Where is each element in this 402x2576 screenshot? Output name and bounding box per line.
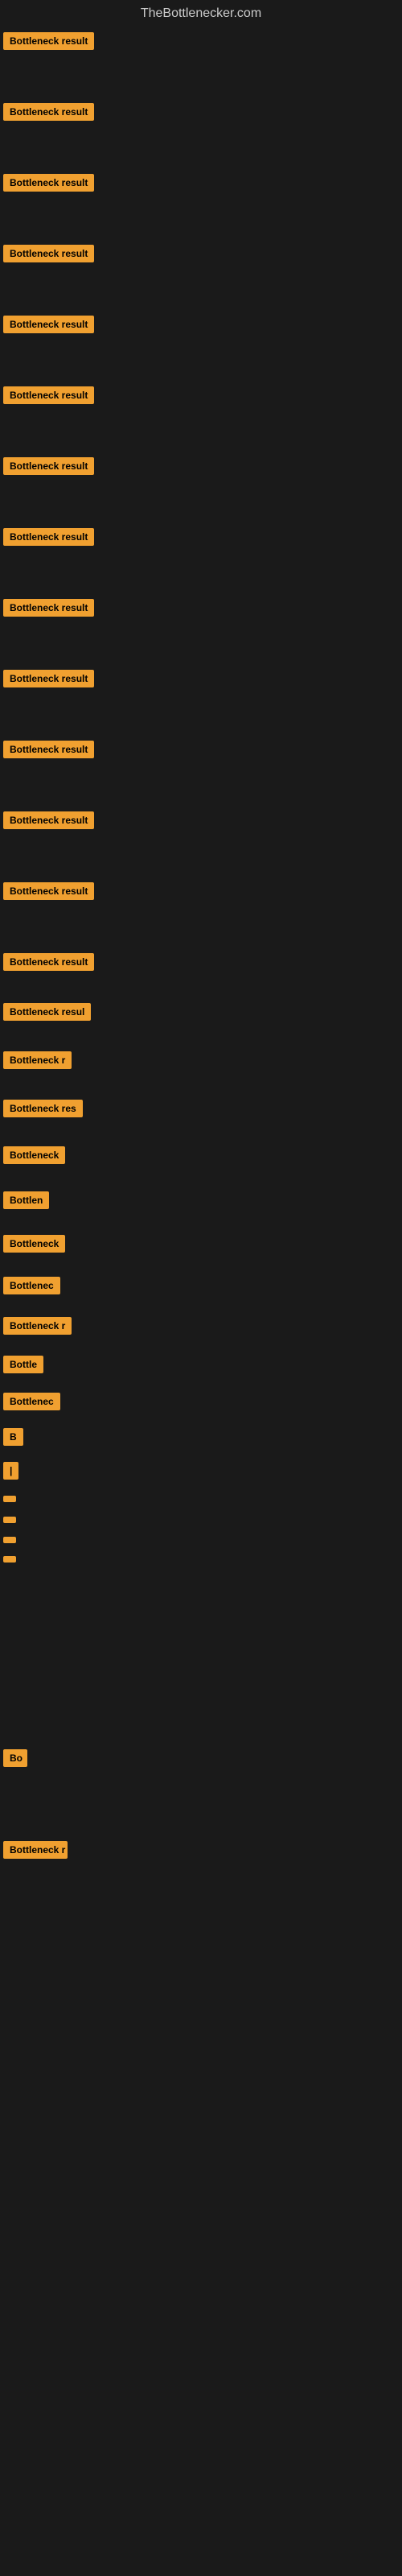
- bottleneck-row: Bottleneck result: [0, 311, 402, 338]
- bottleneck-badge[interactable]: Bottleneck result: [3, 882, 94, 900]
- bottleneck-row: Bottleneck result: [0, 169, 402, 196]
- bottleneck-badge[interactable]: Bottleneck result: [3, 174, 94, 192]
- bottleneck-badge[interactable]: Bottlenec: [3, 1277, 60, 1294]
- bottleneck-row: Bottle: [0, 1351, 402, 1378]
- bottleneck-row: Bottleneck result: [0, 27, 402, 55]
- bottleneck-row: Bottleneck result: [0, 98, 402, 126]
- bottleneck-badge[interactable]: Bottleneck r: [3, 1051, 72, 1069]
- bottleneck-badge[interactable]: Bottleneck: [3, 1235, 65, 1253]
- bottleneck-badge[interactable]: Bottleneck result: [3, 32, 94, 50]
- bottleneck-row: Bottleneck result: [0, 807, 402, 834]
- bottleneck-row: Bottleneck r: [0, 1046, 402, 1074]
- bottleneck-badge[interactable]: Bottleneck: [3, 1146, 65, 1164]
- bottleneck-row: [0, 1551, 402, 1567]
- bottleneck-badge[interactable]: Bottleneck result: [3, 528, 94, 546]
- bottleneck-row: Bottleneck result: [0, 523, 402, 551]
- bottleneck-row: Bottleneck r: [0, 1312, 402, 1340]
- bottleneck-row: Bottleneck: [0, 1141, 402, 1169]
- bottleneck-row: Bottleneck result: [0, 382, 402, 409]
- bottleneck-row: Bottleneck result: [0, 736, 402, 763]
- bottleneck-badge[interactable]: Bottlen: [3, 1191, 49, 1209]
- bottleneck-row: Bottlenec: [0, 1272, 402, 1299]
- bottleneck-row: Bottleneck resul: [0, 998, 402, 1026]
- bottleneck-row: Bottleneck result: [0, 948, 402, 976]
- bottleneck-badge[interactable]: Bo: [3, 1749, 27, 1767]
- bottleneck-row: [0, 1512, 402, 1528]
- bottleneck-badge[interactable]: Bottleneck r: [3, 1317, 72, 1335]
- bottleneck-list: Bottleneck result Bottleneck result Bottle…: [0, 27, 402, 1864]
- bottleneck-badge[interactable]: Bottleneck res: [3, 1100, 83, 1117]
- bottleneck-row: Bottleneck result: [0, 452, 402, 480]
- bottleneck-badge[interactable]: Bottleneck result: [3, 457, 94, 475]
- bottleneck-badge[interactable]: Bottleneck result: [3, 103, 94, 121]
- bottleneck-row: B: [0, 1423, 402, 1451]
- bottleneck-badge[interactable]: [3, 1556, 16, 1563]
- bottleneck-badge[interactable]: Bottleneck result: [3, 953, 94, 971]
- bottleneck-badge[interactable]: Bottleneck result: [3, 811, 94, 829]
- bottleneck-badge[interactable]: [3, 1517, 16, 1523]
- bottleneck-badge[interactable]: |: [3, 1462, 18, 1480]
- bottleneck-row: [0, 1532, 402, 1548]
- bottleneck-row: Bottleneck res: [0, 1095, 402, 1122]
- bottleneck-row: Bottleneck result: [0, 594, 402, 621]
- bottleneck-badge[interactable]: Bottleneck resul: [3, 1003, 91, 1021]
- bottleneck-row: Bottleneck result: [0, 665, 402, 692]
- bottleneck-badge[interactable]: [3, 1496, 16, 1502]
- bottleneck-badge[interactable]: Bottle: [3, 1356, 43, 1373]
- bottleneck-row: Bottleneck: [0, 1230, 402, 1257]
- bottleneck-badge[interactable]: Bottleneck r: [3, 1841, 68, 1859]
- bottleneck-row: Bottleneck result: [0, 877, 402, 905]
- bottleneck-row: |: [0, 1457, 402, 1484]
- bottleneck-badge[interactable]: Bottleneck result: [3, 741, 94, 758]
- bottleneck-row: Bottlenec: [0, 1388, 402, 1415]
- bottleneck-row: Bottlen: [0, 1187, 402, 1214]
- bottleneck-row: [0, 1491, 402, 1507]
- bottleneck-badge[interactable]: B: [3, 1428, 23, 1446]
- bottleneck-row: Bo: [0, 1744, 402, 1772]
- bottleneck-badge[interactable]: Bottleneck result: [3, 386, 94, 404]
- bottleneck-badge[interactable]: Bottlenec: [3, 1393, 60, 1410]
- bottleneck-badge[interactable]: Bottleneck result: [3, 670, 94, 687]
- bottleneck-row: Bottleneck r: [0, 1836, 402, 1864]
- bottleneck-badge[interactable]: Bottleneck result: [3, 316, 94, 333]
- bottleneck-badge[interactable]: Bottleneck result: [3, 599, 94, 617]
- bottleneck-badge[interactable]: [3, 1537, 16, 1543]
- bottleneck-row: Bottleneck result: [0, 240, 402, 267]
- site-title: TheBottlenecker.com: [0, 0, 402, 27]
- bottleneck-badge[interactable]: Bottleneck result: [3, 245, 94, 262]
